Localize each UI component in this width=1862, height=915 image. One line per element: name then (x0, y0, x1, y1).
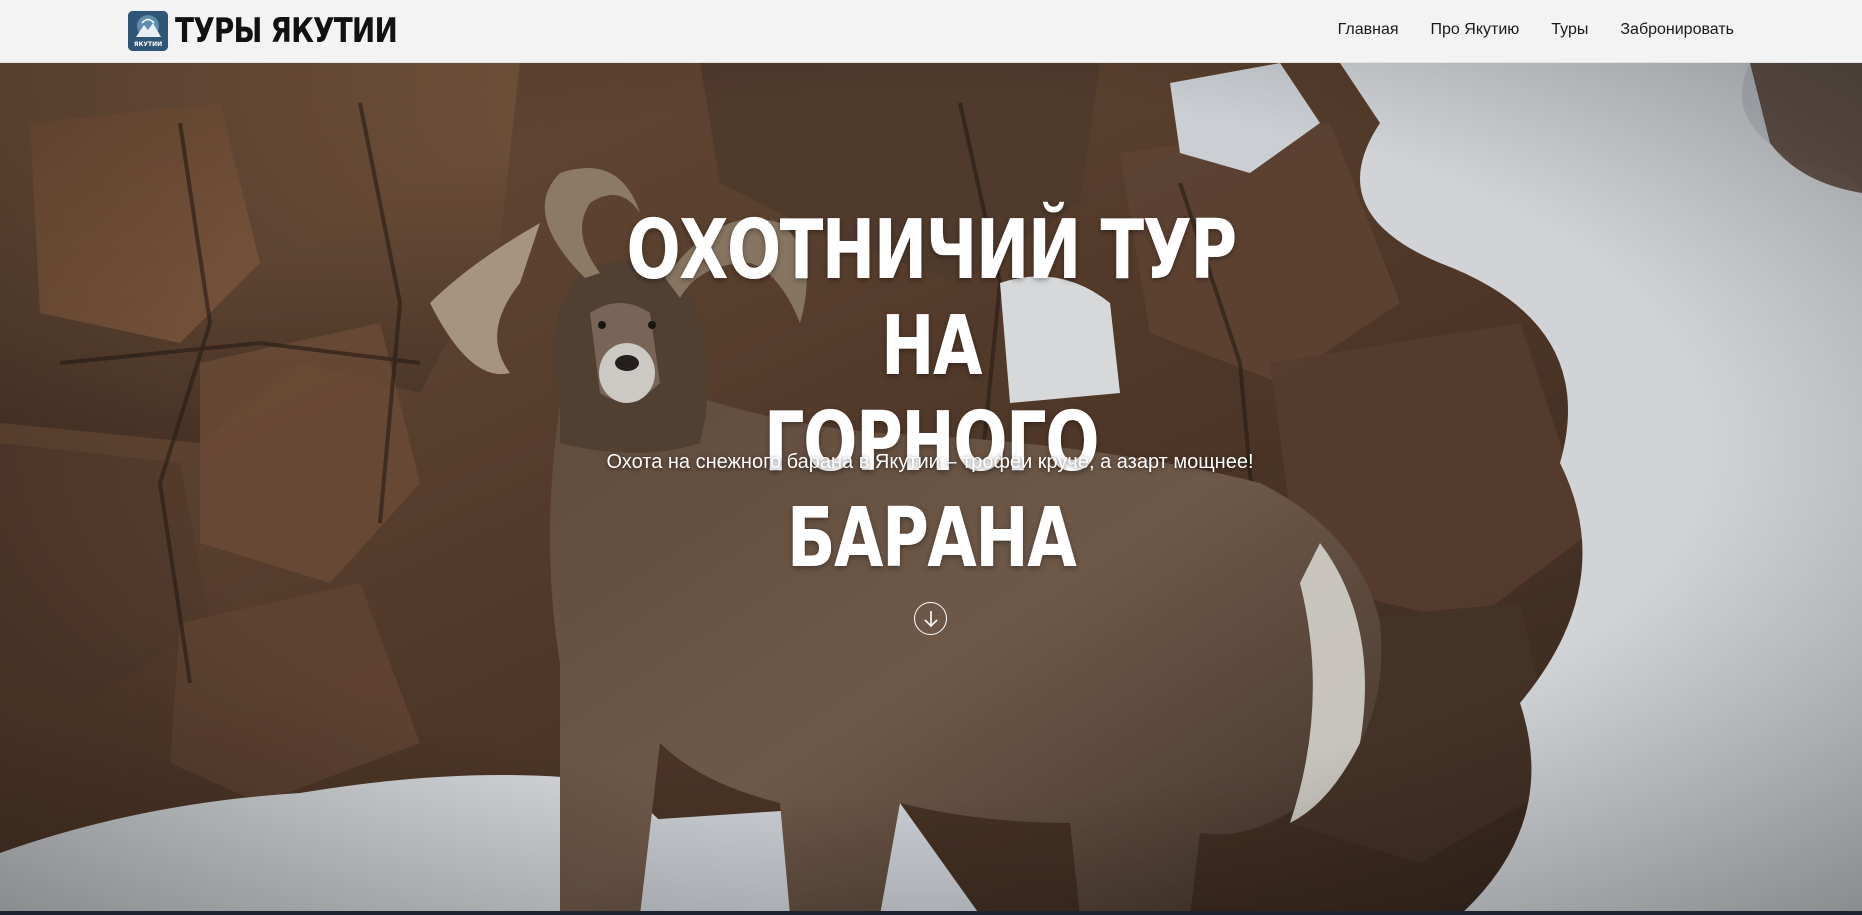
hero-subtitle: Охота на снежного барана в Якутии – троф… (606, 451, 1254, 473)
nav-link-about-yakutia[interactable]: Про Якутию (1431, 18, 1520, 42)
arrow-down-circle-icon (923, 610, 938, 627)
main-nav: Главная Про Якутию Туры Забронировать (1338, 18, 1734, 42)
bottom-edge-bar (0, 911, 1862, 915)
nav-link-book[interactable]: Забронировать (1620, 18, 1734, 42)
scroll-down-button[interactable] (914, 602, 947, 635)
hero-title-line-1: ОХОТНИЧИЙ ТУР НА (626, 203, 1237, 394)
hero-title: ОХОТНИЧИЙ ТУР НА ГОРНОГО БАРАНА (619, 203, 1243, 587)
brand-name: ТУРЫ ЯКУТИИ (175, 11, 398, 51)
brand-logo-link[interactable]: ЯКУТИИ ТУРЫ ЯКУТИИ (128, 10, 446, 52)
hero-title-line-2: ГОРНОГО БАРАНА (763, 395, 1100, 586)
nav-link-home[interactable]: Главная (1338, 18, 1399, 42)
site-header: ЯКУТИИ ТУРЫ ЯКУТИИ Главная Про Якутию Ту… (0, 0, 1862, 63)
nav-link-tours[interactable]: Туры (1551, 18, 1588, 42)
hero-section: ОХОТНИЧИЙ ТУР НА ГОРНОГО БАРАНА Охота на… (0, 63, 1862, 915)
logo-icon: ЯКУТИИ (128, 11, 168, 51)
logo-text: ЯКУТИИ (133, 41, 163, 48)
